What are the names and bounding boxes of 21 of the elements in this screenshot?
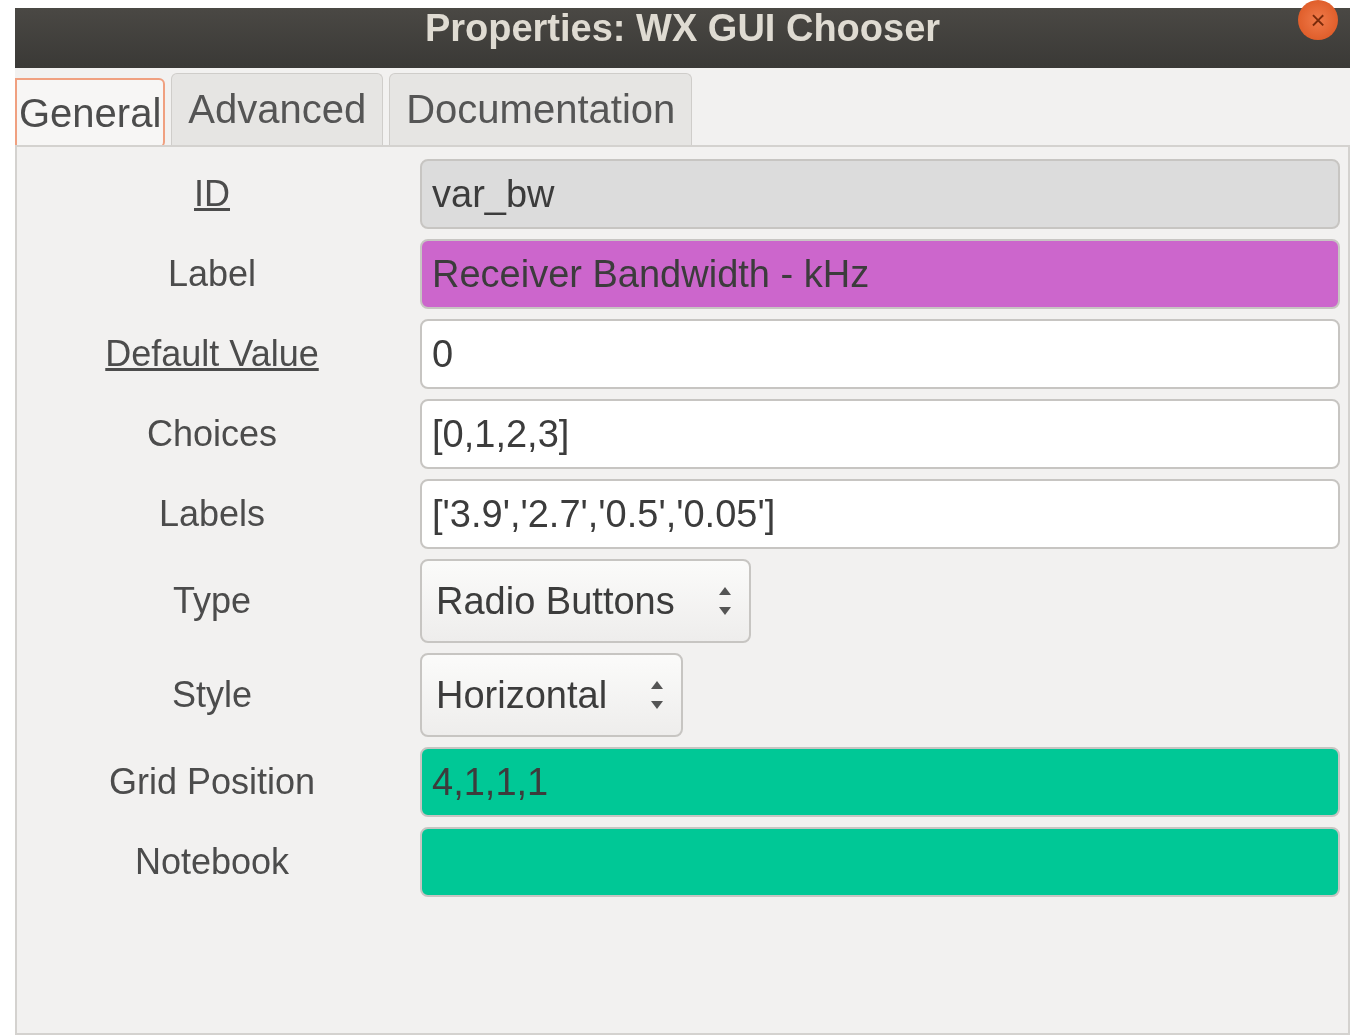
dropdown[interactable]: Radio Buttons (420, 559, 751, 643)
field-label: ID (193, 173, 231, 215)
field-label: Choices (145, 413, 279, 455)
field-label: Grid Position (107, 761, 317, 803)
field-label: Notebook (133, 841, 291, 883)
field-label: Type (171, 580, 252, 622)
field-label: Labels (157, 493, 267, 535)
input-field[interactable]: [0,1,2,3] (420, 399, 1340, 469)
tab[interactable]: General (15, 78, 166, 148)
field-label: Label (166, 253, 258, 295)
input-field[interactable]: ['3.9','2.7','0.5','0.05'] (420, 479, 1340, 549)
field-label: Default Value (104, 333, 320, 375)
input-field[interactable]: 0 (420, 319, 1340, 389)
field-label: Style (170, 674, 253, 716)
input-field[interactable]: 4,1,1,1 (420, 747, 1340, 817)
dropdown[interactable]: Horizontal (420, 653, 684, 737)
window-title: Properties: WX GUI Chooser (424, 6, 941, 50)
tab[interactable]: Advanced (171, 73, 384, 145)
tab[interactable]: Documentation (389, 73, 693, 145)
input-field[interactable]: var_bw (420, 159, 1340, 229)
input-field[interactable] (420, 827, 1340, 897)
